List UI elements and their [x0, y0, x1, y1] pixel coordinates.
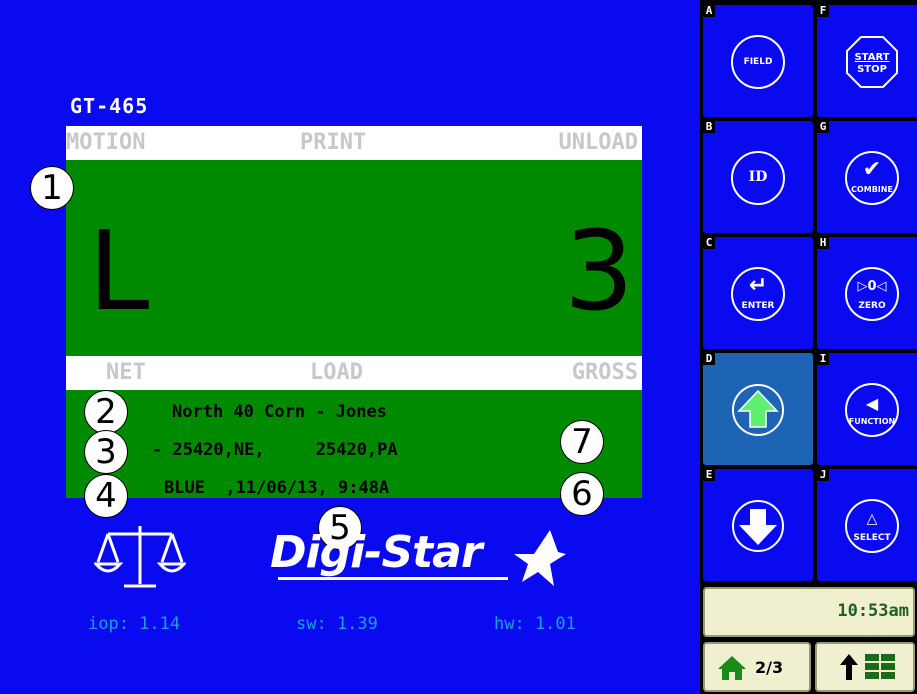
softkey-h-zero[interactable]: H ▷0◁ ZERO	[816, 236, 917, 350]
load-indicator: LOAD	[310, 360, 363, 385]
menu-button[interactable]	[815, 642, 915, 692]
scale-icon	[94, 526, 186, 588]
up-menu-grid-icon	[840, 654, 895, 680]
home-icon	[718, 656, 746, 680]
svg-text:START: START	[854, 52, 889, 63]
hw-version: hw: 1.01	[494, 614, 576, 634]
callout-6: 6	[560, 472, 604, 516]
field-icon: FIELD	[731, 35, 785, 89]
motion-indicator: MOTION	[66, 130, 146, 155]
arrow-up-icon	[732, 384, 784, 436]
key-letter: G	[817, 121, 829, 133]
weight-value-right: 3	[564, 207, 634, 335]
svg-text:STOP: STOP	[857, 64, 887, 75]
key-letter: F	[817, 5, 829, 17]
status-bar-top: MOTION PRINT UNLOAD	[66, 126, 642, 160]
softkey-j-select[interactable]: J △ SELECT	[816, 468, 917, 582]
key-letter: D	[703, 353, 715, 365]
page-indicator: 2/3	[755, 658, 784, 677]
date-time-line: BLUE ,11/06/13, 9:48A	[164, 478, 390, 498]
clock-time: 10:53am	[837, 601, 909, 621]
softkey-b-id[interactable]: B ID	[702, 120, 814, 234]
softkey-i-function[interactable]: I ◀ FUNCTION	[816, 352, 917, 466]
callout-3: 3	[84, 430, 128, 474]
callout-7: 7	[560, 420, 604, 464]
callout-1: 1	[30, 166, 74, 210]
key-letter: I	[817, 353, 829, 365]
net-indicator: NET	[106, 360, 146, 385]
callout-4: 4	[84, 474, 128, 518]
enter-arrow-icon: ↵ ENTER	[731, 267, 785, 321]
star-logo-icon	[514, 530, 566, 586]
load-info-panel: North 40 Corn - Jones - 25420,NE, 25420,…	[66, 390, 642, 498]
clock-panel: 10:53am	[703, 587, 915, 637]
home-page-button[interactable]: 2/3	[703, 642, 811, 692]
key-letter: A	[703, 5, 715, 17]
function-icon: ◀ FUNCTION	[845, 383, 899, 437]
softkey-f-start-stop[interactable]: F START STOP	[816, 4, 917, 118]
start-stop-icon: START STOP	[846, 36, 898, 88]
key-letter: H	[817, 237, 829, 249]
checkmark-combine-icon: ✔ COMBINE	[845, 151, 899, 205]
select-icon: △ SELECT	[845, 499, 899, 553]
load-name: North 40 Corn - Jones	[172, 402, 387, 422]
key-letter: J	[817, 469, 829, 481]
iop-version: iop: 1.14	[88, 614, 181, 634]
status-bar-mid: NET LOAD GROSS	[66, 356, 642, 390]
softkey-a-field[interactable]: A FIELD	[702, 4, 814, 118]
sw-version: sw: 1.39	[296, 614, 378, 634]
print-indicator: PRINT	[300, 130, 367, 155]
softkey-c-enter[interactable]: C ↵ ENTER	[702, 236, 814, 350]
key-letter: B	[703, 121, 715, 133]
softkey-d-up[interactable]: D	[702, 352, 814, 466]
softkey-e-down[interactable]: E	[702, 468, 814, 582]
callout-2: 2	[84, 390, 128, 434]
weight-display: L 3	[66, 160, 642, 356]
id-icon: ID	[731, 151, 785, 205]
gross-indicator: GROSS	[571, 360, 638, 385]
key-letter: C	[703, 237, 715, 249]
location-line: - 25420,NE, 25420,PA	[152, 440, 398, 460]
key-letter: E	[703, 469, 715, 481]
logo-underline	[278, 577, 508, 580]
unload-indicator: UNLOAD	[558, 130, 638, 155]
model-title: GT-465	[70, 94, 149, 118]
arrow-down-icon	[732, 500, 784, 552]
zero-icon: ▷0◁ ZERO	[845, 267, 899, 321]
weight-mode-left: L	[88, 207, 150, 335]
digi-star-logo: Digi-Star	[270, 527, 483, 578]
softkey-g-combine[interactable]: G ✔ COMBINE	[816, 120, 917, 234]
